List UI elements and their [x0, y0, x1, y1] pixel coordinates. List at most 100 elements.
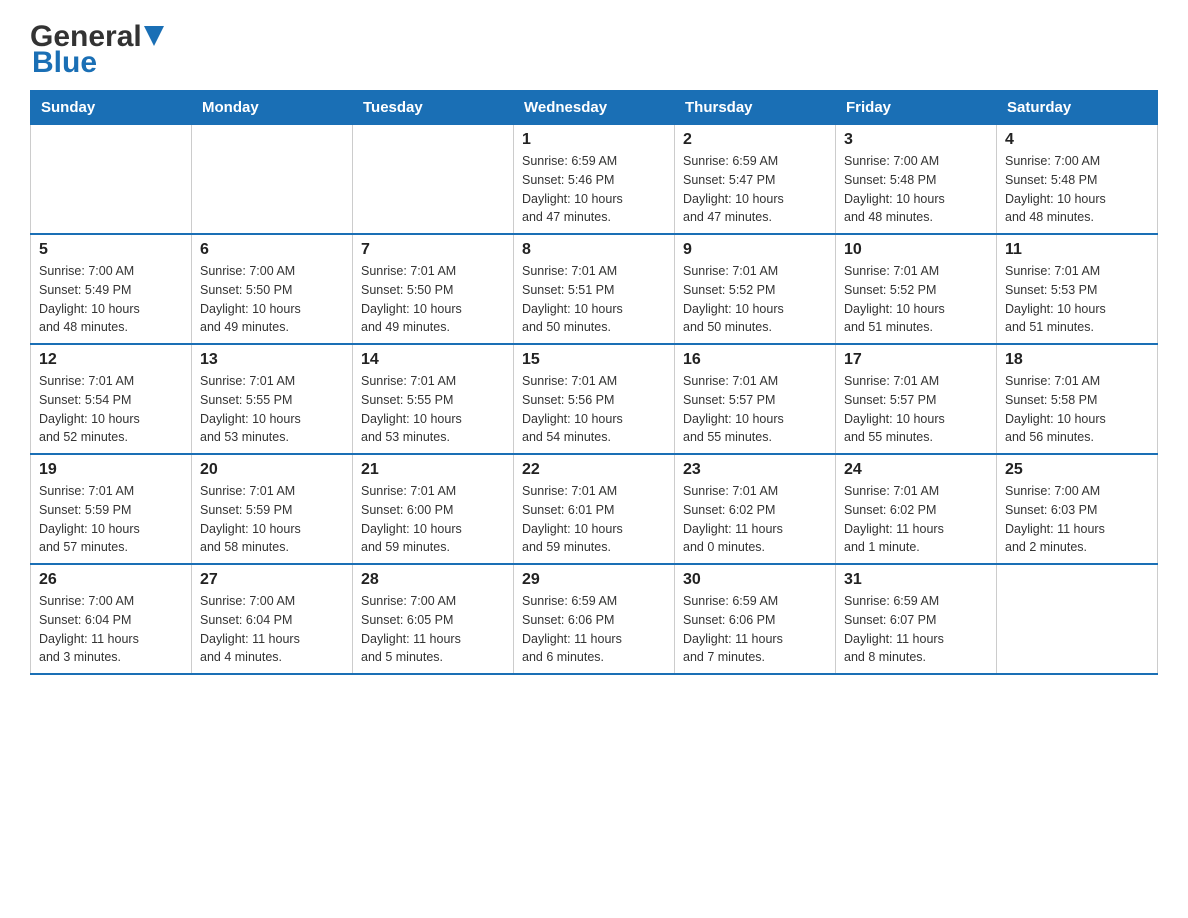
day-number: 2 — [683, 131, 827, 149]
day-info: Sunrise: 7:01 AM Sunset: 6:00 PM Dayligh… — [361, 482, 505, 557]
day-info: Sunrise: 7:00 AM Sunset: 6:04 PM Dayligh… — [200, 592, 344, 667]
day-info: Sunrise: 6:59 AM Sunset: 6:06 PM Dayligh… — [522, 592, 666, 667]
day-info: Sunrise: 6:59 AM Sunset: 6:07 PM Dayligh… — [844, 592, 988, 667]
day-number: 3 — [844, 131, 988, 149]
day-info: Sunrise: 7:00 AM Sunset: 5:50 PM Dayligh… — [200, 262, 344, 337]
day-info: Sunrise: 7:01 AM Sunset: 5:54 PM Dayligh… — [39, 372, 183, 447]
calendar-table: SundayMondayTuesdayWednesdayThursdayFrid… — [30, 90, 1158, 675]
calendar-week-3: 12 Sunrise: 7:01 AM Sunset: 5:54 PM Dayli… — [31, 344, 1158, 454]
day-info: Sunrise: 7:01 AM Sunset: 5:52 PM Dayligh… — [844, 262, 988, 337]
day-number: 29 — [522, 571, 666, 589]
page-header: General Blue — [30, 20, 1158, 80]
logo-blue-text: Blue — [32, 46, 97, 80]
day-number: 16 — [683, 351, 827, 369]
day-info: Sunrise: 6:59 AM Sunset: 5:47 PM Dayligh… — [683, 152, 827, 227]
day-number: 11 — [1005, 241, 1149, 259]
day-number: 15 — [522, 351, 666, 369]
weekday-header-tuesday: Tuesday — [353, 91, 514, 125]
day-number: 30 — [683, 571, 827, 589]
day-number: 21 — [361, 461, 505, 479]
calendar-cell: 30 Sunrise: 6:59 AM Sunset: 6:06 PM Dayli… — [675, 564, 836, 674]
weekday-header-thursday: Thursday — [675, 91, 836, 125]
day-number: 26 — [39, 571, 183, 589]
day-info: Sunrise: 7:01 AM Sunset: 6:02 PM Dayligh… — [683, 482, 827, 557]
calendar-cell — [31, 125, 192, 235]
day-number: 8 — [522, 241, 666, 259]
day-info: Sunrise: 7:01 AM Sunset: 5:52 PM Dayligh… — [683, 262, 827, 337]
calendar-cell: 31 Sunrise: 6:59 AM Sunset: 6:07 PM Dayli… — [836, 564, 997, 674]
day-number: 4 — [1005, 131, 1149, 149]
day-number: 25 — [1005, 461, 1149, 479]
calendar-cell: 7 Sunrise: 7:01 AM Sunset: 5:50 PM Daylig… — [353, 234, 514, 344]
calendar-cell: 9Sunrise: 7:01 AM Sunset: 5:52 PM Daylig… — [675, 234, 836, 344]
calendar-cell — [192, 125, 353, 235]
weekday-header-friday: Friday — [836, 91, 997, 125]
day-number: 22 — [522, 461, 666, 479]
day-info: Sunrise: 7:00 AM Sunset: 5:49 PM Dayligh… — [39, 262, 183, 337]
day-info: Sunrise: 7:01 AM Sunset: 6:01 PM Dayligh… — [522, 482, 666, 557]
day-info: Sunrise: 7:01 AM Sunset: 5:56 PM Dayligh… — [522, 372, 666, 447]
day-number: 31 — [844, 571, 988, 589]
calendar-cell: 2 Sunrise: 6:59 AM Sunset: 5:47 PM Daylig… — [675, 125, 836, 235]
day-info: Sunrise: 6:59 AM Sunset: 6:06 PM Dayligh… — [683, 592, 827, 667]
day-info: Sunrise: 7:01 AM Sunset: 5:55 PM Dayligh… — [361, 372, 505, 447]
day-info: Sunrise: 7:01 AM Sunset: 5:50 PM Dayligh… — [361, 262, 505, 337]
day-info: Sunrise: 7:00 AM Sunset: 6:04 PM Dayligh… — [39, 592, 183, 667]
day-number: 14 — [361, 351, 505, 369]
day-info: Sunrise: 7:00 AM Sunset: 6:03 PM Dayligh… — [1005, 482, 1149, 557]
day-number: 24 — [844, 461, 988, 479]
calendar-cell: 8Sunrise: 7:01 AM Sunset: 5:51 PM Daylig… — [514, 234, 675, 344]
calendar-week-1: 1 Sunrise: 6:59 AM Sunset: 5:46 PM Daylig… — [31, 125, 1158, 235]
day-number: 19 — [39, 461, 183, 479]
calendar-cell: 10 Sunrise: 7:01 AM Sunset: 5:52 PM Dayli… — [836, 234, 997, 344]
calendar-cell: 15 Sunrise: 7:01 AM Sunset: 5:56 PM Dayli… — [514, 344, 675, 454]
day-number: 6 — [200, 241, 344, 259]
calendar-cell: 3 Sunrise: 7:00 AM Sunset: 5:48 PM Daylig… — [836, 125, 997, 235]
day-info: Sunrise: 7:00 AM Sunset: 5:48 PM Dayligh… — [1005, 152, 1149, 227]
day-info: Sunrise: 7:01 AM Sunset: 5:59 PM Dayligh… — [200, 482, 344, 557]
day-number: 7 — [361, 241, 505, 259]
calendar-cell: 26 Sunrise: 7:00 AM Sunset: 6:04 PM Dayli… — [31, 564, 192, 674]
calendar-cell — [997, 564, 1158, 674]
day-info: Sunrise: 7:01 AM Sunset: 5:58 PM Dayligh… — [1005, 372, 1149, 447]
calendar-cell — [353, 125, 514, 235]
day-number: 10 — [844, 241, 988, 259]
day-number: 12 — [39, 351, 183, 369]
day-number: 17 — [844, 351, 988, 369]
day-number: 28 — [361, 571, 505, 589]
day-info: Sunrise: 6:59 AM Sunset: 5:46 PM Dayligh… — [522, 152, 666, 227]
calendar-cell: 25 Sunrise: 7:00 AM Sunset: 6:03 PM Dayli… — [997, 454, 1158, 564]
calendar-cell: 19Sunrise: 7:01 AM Sunset: 5:59 PM Dayli… — [31, 454, 192, 564]
calendar-cell: 23Sunrise: 7:01 AM Sunset: 6:02 PM Dayli… — [675, 454, 836, 564]
calendar-cell: 6 Sunrise: 7:00 AM Sunset: 5:50 PM Daylig… — [192, 234, 353, 344]
logo-arrow-icon — [144, 26, 164, 50]
day-info: Sunrise: 7:01 AM Sunset: 5:55 PM Dayligh… — [200, 372, 344, 447]
day-info: Sunrise: 7:00 AM Sunset: 5:48 PM Dayligh… — [844, 152, 988, 227]
calendar-cell: 28 Sunrise: 7:00 AM Sunset: 6:05 PM Dayli… — [353, 564, 514, 674]
day-number: 5 — [39, 241, 183, 259]
calendar-cell: 1 Sunrise: 6:59 AM Sunset: 5:46 PM Daylig… — [514, 125, 675, 235]
day-number: 27 — [200, 571, 344, 589]
calendar-cell: 12 Sunrise: 7:01 AM Sunset: 5:54 PM Dayli… — [31, 344, 192, 454]
calendar-cell: 17 Sunrise: 7:01 AM Sunset: 5:57 PM Dayli… — [836, 344, 997, 454]
day-info: Sunrise: 7:01 AM Sunset: 5:57 PM Dayligh… — [844, 372, 988, 447]
calendar-cell: 27 Sunrise: 7:00 AM Sunset: 6:04 PM Dayli… — [192, 564, 353, 674]
calendar-cell: 29 Sunrise: 6:59 AM Sunset: 6:06 PM Dayli… — [514, 564, 675, 674]
calendar-cell: 16 Sunrise: 7:01 AM Sunset: 5:57 PM Dayli… — [675, 344, 836, 454]
calendar-cell: 5 Sunrise: 7:00 AM Sunset: 5:49 PM Daylig… — [31, 234, 192, 344]
weekday-header-saturday: Saturday — [997, 91, 1158, 125]
weekday-header-monday: Monday — [192, 91, 353, 125]
calendar-cell: 22 Sunrise: 7:01 AM Sunset: 6:01 PM Dayli… — [514, 454, 675, 564]
calendar-week-2: 5 Sunrise: 7:00 AM Sunset: 5:49 PM Daylig… — [31, 234, 1158, 344]
day-info: Sunrise: 7:00 AM Sunset: 6:05 PM Dayligh… — [361, 592, 505, 667]
logo: General Blue — [30, 20, 164, 80]
day-number: 1 — [522, 131, 666, 149]
calendar-cell: 21 Sunrise: 7:01 AM Sunset: 6:00 PM Dayli… — [353, 454, 514, 564]
weekday-header-wednesday: Wednesday — [514, 91, 675, 125]
calendar-cell: 13Sunrise: 7:01 AM Sunset: 5:55 PM Dayli… — [192, 344, 353, 454]
calendar-cell: 11Sunrise: 7:01 AM Sunset: 5:53 PM Dayli… — [997, 234, 1158, 344]
weekday-header-sunday: Sunday — [31, 91, 192, 125]
day-info: Sunrise: 7:01 AM Sunset: 5:57 PM Dayligh… — [683, 372, 827, 447]
calendar-cell: 18Sunrise: 7:01 AM Sunset: 5:58 PM Dayli… — [997, 344, 1158, 454]
calendar-header-row: SundayMondayTuesdayWednesdayThursdayFrid… — [31, 91, 1158, 125]
